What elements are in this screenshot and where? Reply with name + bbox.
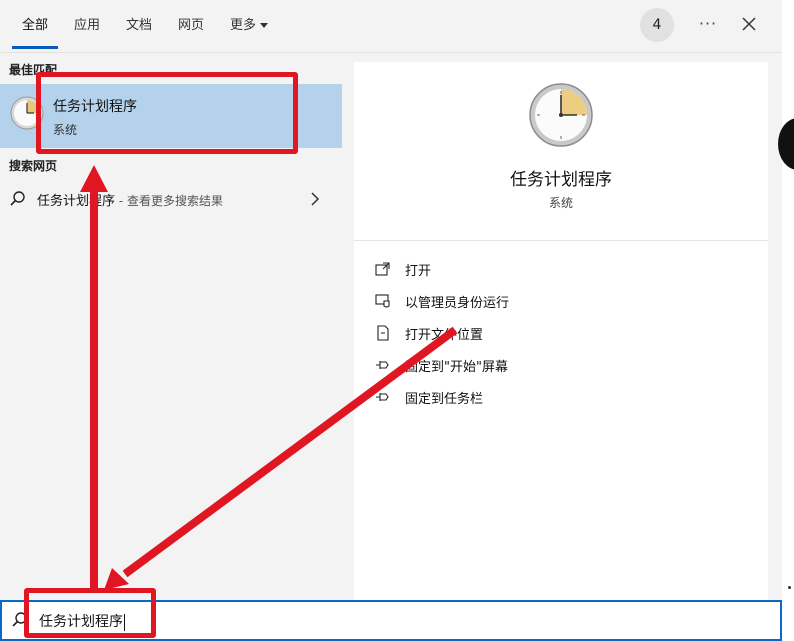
tab-documents[interactable]: 文档 bbox=[126, 16, 152, 36]
open-icon bbox=[375, 262, 390, 276]
clock-icon bbox=[528, 82, 594, 148]
action-pin-to-taskbar-label: 固定到任务栏 bbox=[405, 392, 484, 407]
tab-more-label: 更多 bbox=[230, 18, 257, 33]
file-location-icon bbox=[377, 325, 389, 341]
result-detail-pane: 任务计划程序 系统 打开 以管理员身份运行 打开文件位置 固定到"开始"屏幕 固… bbox=[354, 62, 768, 600]
web-search-query: 任务计划程序 bbox=[37, 194, 116, 209]
pin-icon bbox=[376, 361, 389, 369]
annotation-highlight-best-match bbox=[36, 72, 298, 154]
detail-subtitle: 系统 bbox=[548, 196, 573, 210]
chevron-right-icon[interactable] bbox=[309, 191, 321, 207]
annotation-highlight-search-text bbox=[24, 588, 156, 638]
action-open[interactable]: 打开 bbox=[374, 258, 674, 280]
background-dot bbox=[788, 586, 791, 589]
active-tab-indicator bbox=[12, 46, 58, 49]
action-run-as-admin-label: 以管理员身份运行 bbox=[405, 296, 510, 311]
tab-all[interactable]: 全部 bbox=[22, 16, 48, 36]
ellipsis-icon[interactable]: ··· bbox=[697, 11, 719, 37]
action-pin-to-start-label: 固定到"开始"屏幕 bbox=[405, 360, 508, 375]
search-icon bbox=[9, 190, 27, 208]
action-open-file-location[interactable]: 打开文件位置 bbox=[374, 322, 674, 344]
action-pin-to-start[interactable]: 固定到"开始"屏幕 bbox=[374, 354, 674, 376]
run-as-admin-icon bbox=[375, 294, 390, 308]
action-open-label: 打开 bbox=[405, 264, 432, 279]
web-search-result[interactable]: 任务计划程序 - 查看更多搜索结果 bbox=[0, 184, 342, 214]
close-icon[interactable] bbox=[738, 12, 760, 36]
chevron-down-icon bbox=[260, 23, 269, 28]
filter-tab-bar: 全部 应用 文档 网页 更多 4 ··· bbox=[0, 0, 782, 53]
tab-web[interactable]: 网页 bbox=[178, 16, 204, 36]
tab-apps[interactable]: 应用 bbox=[74, 16, 100, 36]
detail-title: 任务计划程序 bbox=[510, 170, 612, 190]
web-search-text: 任务计划程序 - 查看更多搜索结果 bbox=[37, 190, 223, 209]
rewards-count-badge[interactable]: 4 bbox=[640, 8, 674, 42]
web-search-suffix: - 查看更多搜索结果 bbox=[115, 194, 223, 208]
divider bbox=[354, 240, 768, 241]
pin-icon bbox=[376, 393, 389, 401]
web-search-heading: 搜索网页 bbox=[9, 159, 58, 173]
action-open-file-location-label: 打开文件位置 bbox=[405, 328, 484, 343]
action-pin-to-taskbar[interactable]: 固定到任务栏 bbox=[374, 386, 674, 408]
action-run-as-admin[interactable]: 以管理员身份运行 bbox=[374, 290, 674, 312]
tab-more[interactable]: 更多 bbox=[230, 16, 269, 36]
